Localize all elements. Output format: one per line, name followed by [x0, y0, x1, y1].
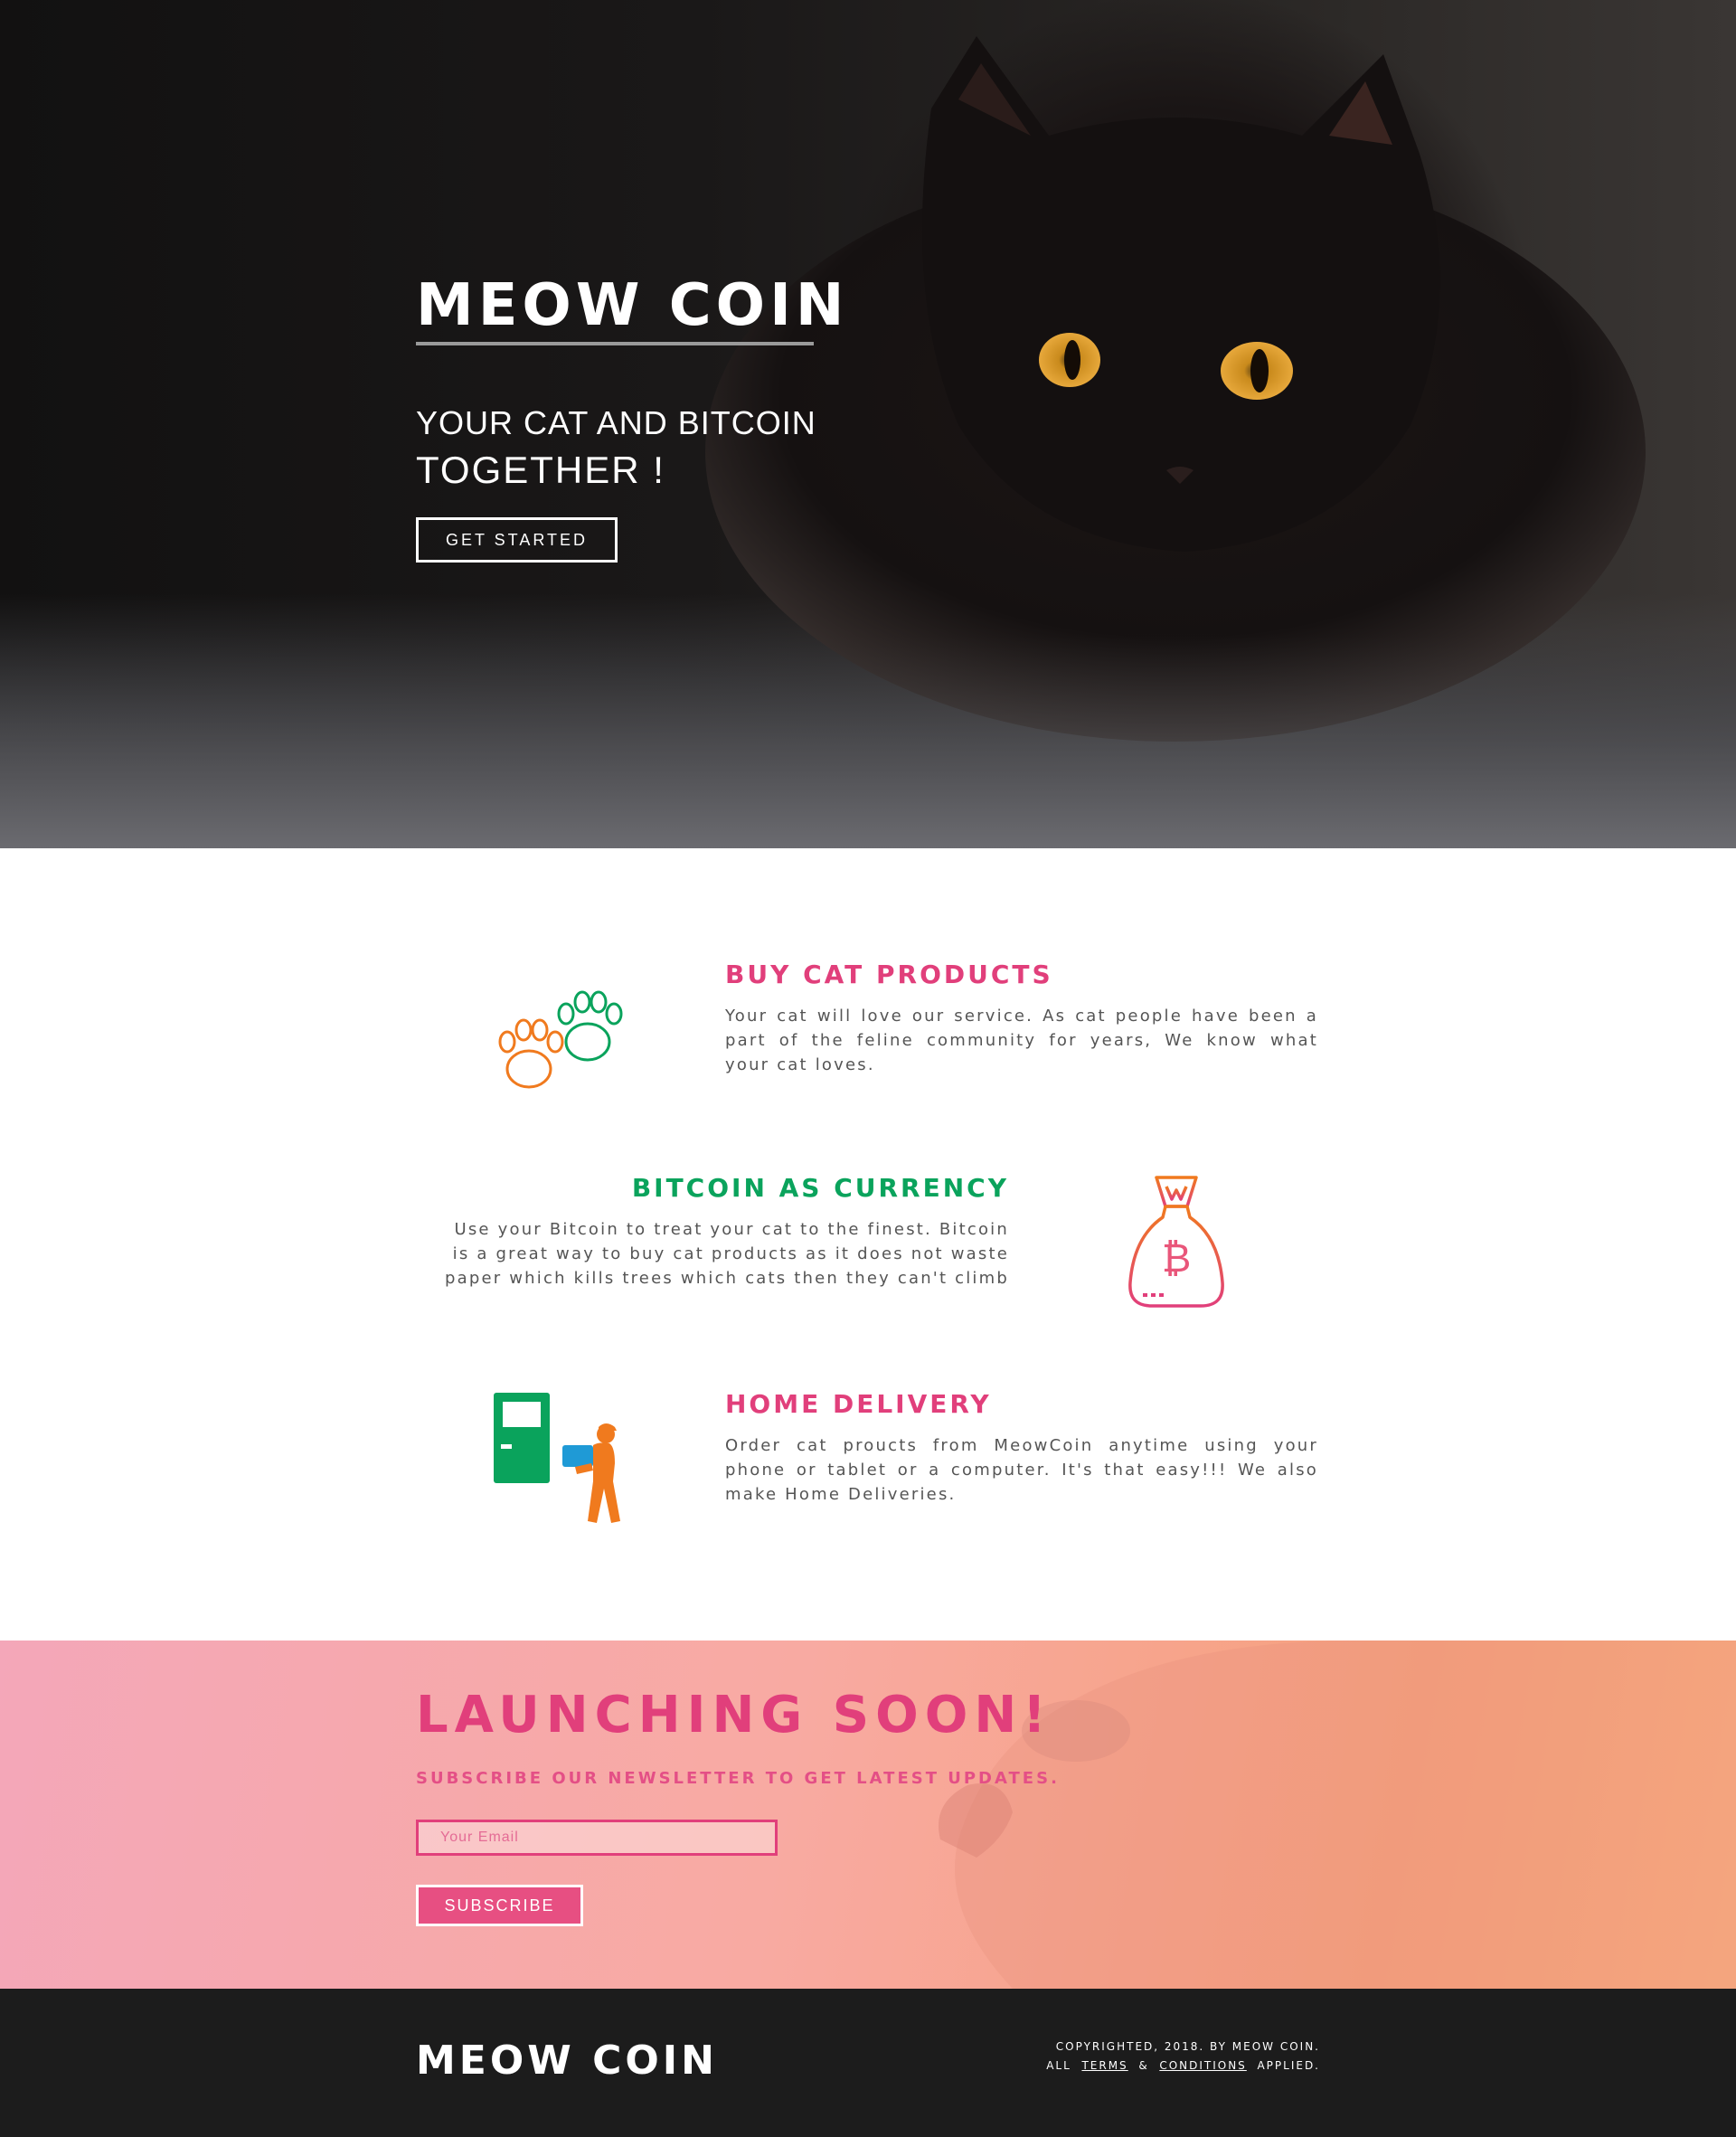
newsletter-section: LAUNCHING SOON! SUBSCRIBE OUR NEWSLETTER… [0, 1641, 1736, 1989]
hero-section: MEOW COIN YOUR CAT AND BITCOIN TOGETHER … [0, 0, 1736, 848]
get-started-button[interactable]: GET STARTED [416, 517, 618, 563]
hero-content: MEOW COIN YOUR CAT AND BITCOIN TOGETHER … [416, 269, 922, 563]
feature-home-delivery: HOME DELIVERY Order cat proucts from Meo… [725, 1386, 1318, 1507]
newsletter-content: LAUNCHING SOON! SUBSCRIBE OUR NEWSLETTER… [416, 1684, 1060, 1926]
hero-subtitle-line1: YOUR CAT AND BITCOIN [416, 404, 816, 441]
subscribe-button[interactable]: SUBSCRIBE [416, 1885, 583, 1926]
footer-all-prefix: ALL [1046, 2059, 1071, 2072]
bitcoin-bag-icon: ₿ [1118, 1174, 1235, 1310]
feature-text: Your cat will love our service. As cat p… [725, 1007, 1318, 1074]
hero-title-underline [416, 342, 814, 345]
hero-title: MEOW COIN [416, 272, 849, 339]
newsletter-subtitle: SUBSCRIBE OUR NEWSLETTER TO GET LATEST U… [416, 1769, 1060, 1788]
email-field[interactable] [416, 1820, 778, 1856]
feature-title: BITCOIN AS CURRENCY [631, 1173, 1009, 1203]
svg-text:₿: ₿ [1162, 1235, 1192, 1281]
feature-title: BUY CAT PRODUCTS [725, 960, 1053, 989]
features-section: BUY CAT PRODUCTS Your cat will love our … [0, 848, 1736, 1641]
footer-logo: MEOW COIN [416, 2038, 718, 2084]
feature-buy-cat-products: BUY CAT PRODUCTS Your cat will love our … [725, 957, 1318, 1077]
paw-prints-icon [488, 962, 633, 1089]
footer-amp: & [1138, 2059, 1149, 2072]
feature-text: Order cat proucts from MeowCoin anytime … [725, 1436, 1318, 1504]
hero-subtitle-line2: TOGETHER ! [416, 449, 665, 491]
conditions-link[interactable]: CONDITIONS [1159, 2059, 1247, 2072]
footer-terms-line: ALL TERMS & CONDITIONS APPLIED. [1046, 2057, 1320, 2076]
delivery-person-icon [492, 1391, 627, 1527]
footer-applied-suffix: APPLIED. [1257, 2059, 1320, 2072]
newsletter-title: LAUNCHING SOON! [416, 1686, 1052, 1745]
footer-legal: COPYRIGHTED, 2018. BY MEOW COIN. ALL TER… [1046, 2038, 1320, 2076]
feature-title: HOME DELIVERY [725, 1389, 992, 1419]
footer: MEOW COIN COPYRIGHTED, 2018. BY MEOW COI… [0, 1989, 1736, 2137]
feature-text: Use your Bitcoin to treat your cat to th… [444, 1220, 1009, 1288]
terms-link[interactable]: TERMS [1081, 2059, 1127, 2072]
footer-copyright: COPYRIGHTED, 2018. BY MEOW COIN. [1055, 2040, 1320, 2053]
feature-bitcoin-as-currency: BITCOIN AS CURRENCY Use your Bitcoin to … [430, 1170, 1009, 1291]
